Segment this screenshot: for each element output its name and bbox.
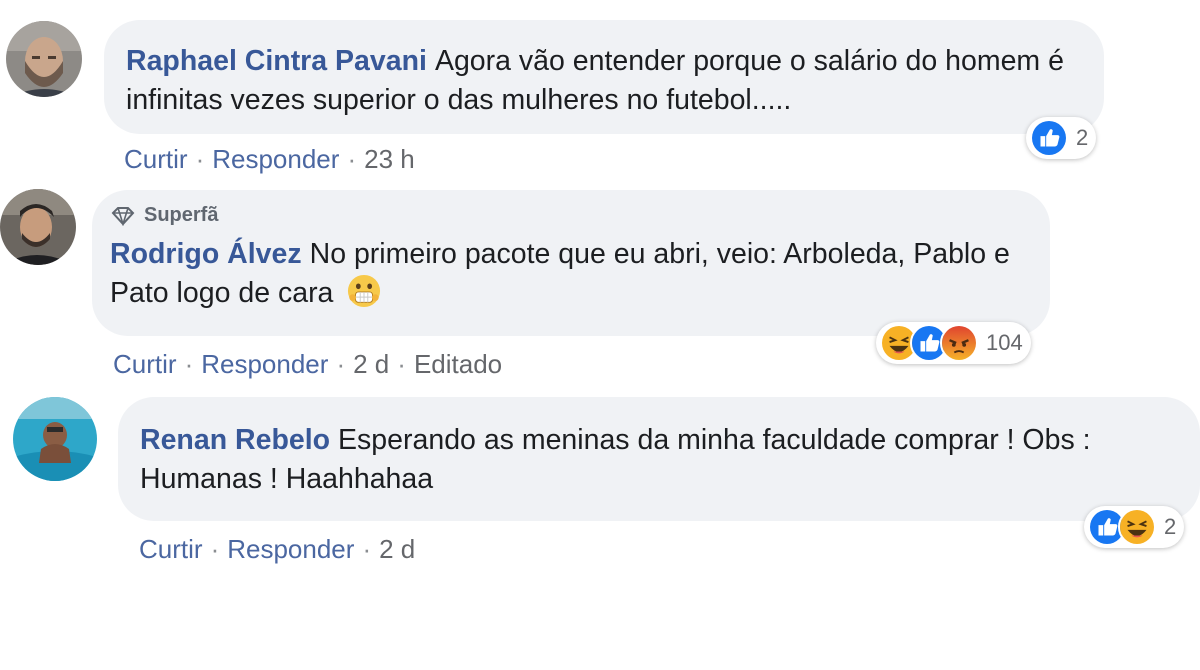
comment-bubble: Raphael Cintra Pavani Agora vão entender … xyxy=(104,20,1104,134)
separator: · xyxy=(195,144,205,174)
separator: · xyxy=(397,349,406,379)
comment-body: Renan Rebelo Esperando as meninas da minh… xyxy=(140,421,1188,499)
comment-actions: Curtir · Responder · 23 h xyxy=(124,144,415,175)
reaction-summary[interactable]: 2 xyxy=(1026,117,1097,159)
separator: · xyxy=(347,144,357,174)
comment-author[interactable]: Raphael Cintra Pavani xyxy=(126,45,427,77)
fan-badge: Superfã xyxy=(110,204,1020,227)
reaction-count: 104 xyxy=(986,330,1023,355)
comment-body: Rodrigo Álvez No primeiro pacote que eu a… xyxy=(110,235,1020,313)
comment-timestamp[interactable]: 2 d xyxy=(353,349,389,379)
comment-actions: Curtir · Responder · 2 d xyxy=(139,534,415,565)
comment-timestamp[interactable]: 23 h xyxy=(364,144,415,174)
reaction-summary[interactable]: 104 xyxy=(876,322,1031,364)
shocked-face-icon xyxy=(348,274,381,308)
comment-timestamp[interactable]: 2 d xyxy=(379,534,415,564)
reply-link[interactable]: Responder xyxy=(227,534,354,564)
separator: · xyxy=(210,534,220,564)
reaction-count: 2 xyxy=(1076,125,1089,150)
avatar[interactable] xyxy=(0,189,76,265)
comment-body: Raphael Cintra Pavani Agora vão entender … xyxy=(126,42,1074,120)
avatar[interactable] xyxy=(6,21,82,97)
comment-thread: Raphael Cintra Pavani Agora vão entender … xyxy=(0,0,1200,670)
comment-bubble: Superfã Rodrigo Álvez No primeiro pacote … xyxy=(92,190,1050,336)
reply-link[interactable]: Responder xyxy=(212,144,339,174)
diamond-icon xyxy=(111,206,135,226)
reply-link[interactable]: Responder xyxy=(201,349,328,379)
badge-label: Superfã xyxy=(144,204,219,226)
comment-actions: Curtir · Responder · 2 d · Editado xyxy=(113,349,502,380)
like-link[interactable]: Curtir xyxy=(113,349,177,379)
reaction-summary[interactable]: 2 xyxy=(1084,506,1185,548)
haha-icon xyxy=(1118,508,1156,546)
comment-author[interactable]: Rodrigo Álvez xyxy=(110,238,302,270)
separator: · xyxy=(336,349,346,379)
edited-label[interactable]: Editado xyxy=(414,349,502,379)
angry-icon xyxy=(940,324,978,362)
separator: · xyxy=(184,349,194,379)
like-link[interactable]: Curtir xyxy=(124,144,188,174)
comment-bubble: Renan Rebelo Esperando as meninas da minh… xyxy=(118,397,1200,521)
reaction-count: 2 xyxy=(1164,514,1177,539)
like-link[interactable]: Curtir xyxy=(139,534,203,564)
comment-author[interactable]: Renan Rebelo xyxy=(140,424,330,456)
avatar[interactable] xyxy=(13,397,97,481)
like-icon xyxy=(1030,119,1068,157)
separator: · xyxy=(362,534,372,564)
